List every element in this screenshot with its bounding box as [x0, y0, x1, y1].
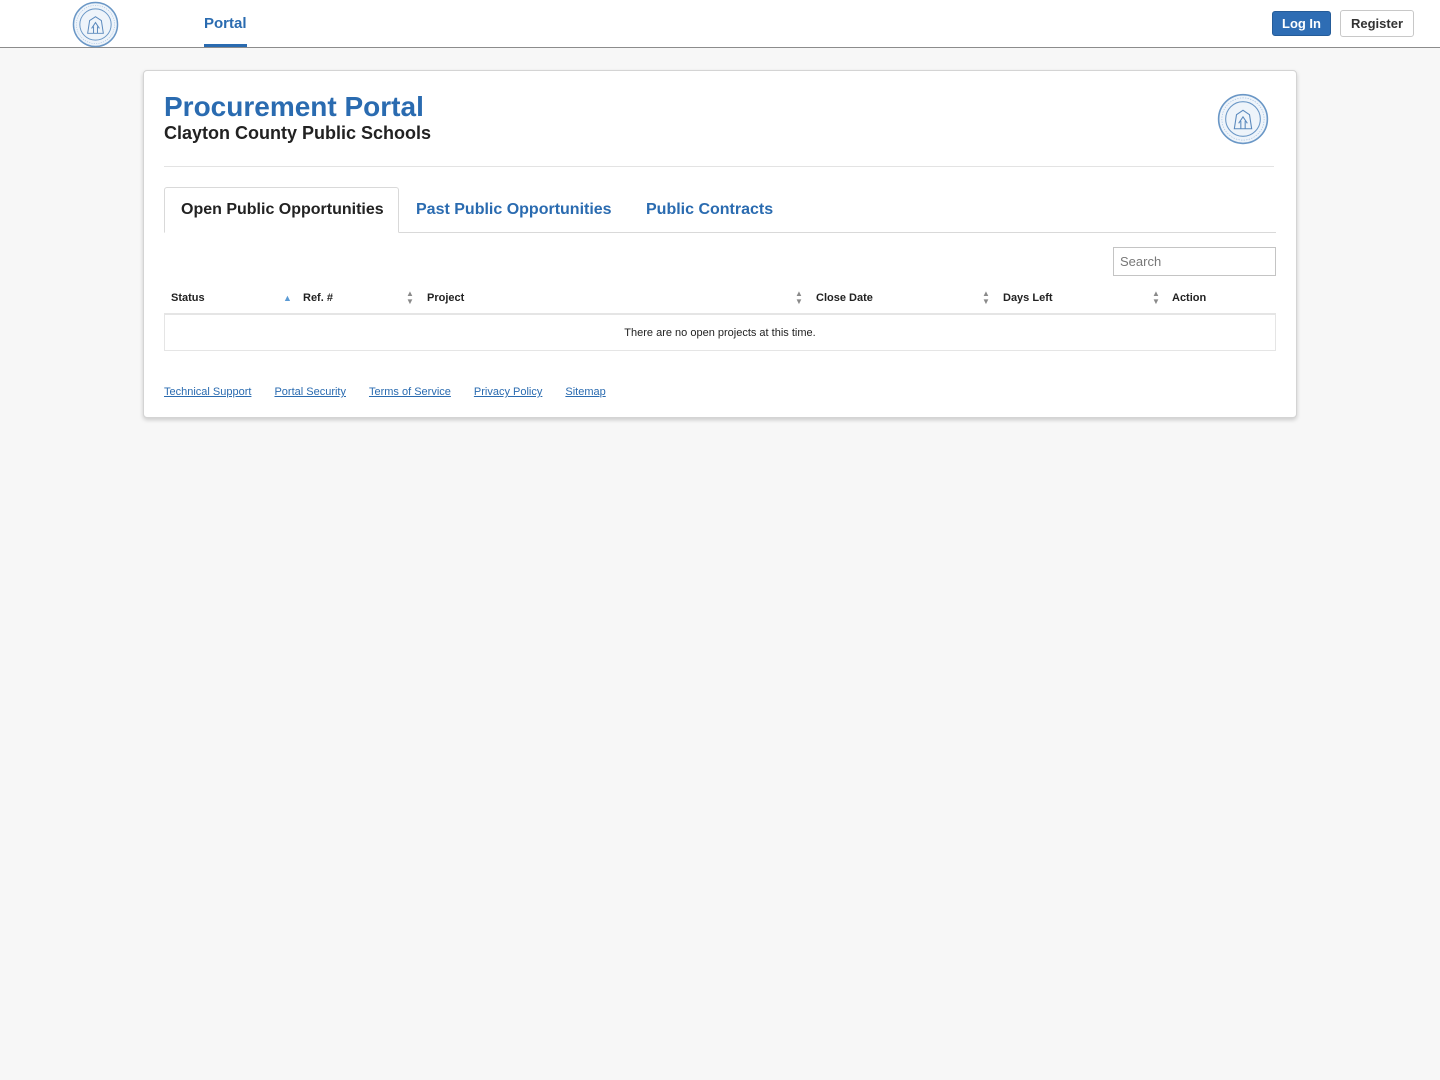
- sort-icon[interactable]: ▲ ▼: [1152, 283, 1160, 313]
- empty-table-message: There are no open projects at this time.: [164, 314, 1276, 351]
- column-header-project[interactable]: Project: [427, 283, 464, 313]
- tab-open-public-opportunities[interactable]: Open Public Opportunities: [164, 187, 399, 233]
- column-header-ref[interactable]: Ref. #: [303, 283, 333, 313]
- opportunity-tabs: Open Public Opportunities Past Public Op…: [164, 187, 1276, 233]
- district-seal-icon[interactable]: [72, 1, 119, 48]
- nav-portal-link[interactable]: Portal: [204, 0, 247, 47]
- login-button[interactable]: Log In: [1272, 11, 1331, 36]
- footer-link-terms-of-service[interactable]: Terms of Service: [369, 386, 451, 398]
- sort-icon[interactable]: ▲ ▼: [795, 283, 803, 313]
- column-header-days-left[interactable]: Days Left: [1003, 283, 1053, 313]
- sort-icon[interactable]: ▲ ▼: [982, 283, 990, 313]
- footer-link-portal-security[interactable]: Portal Security: [274, 386, 346, 398]
- footer-link-privacy-policy[interactable]: Privacy Policy: [474, 386, 542, 398]
- district-seal-icon: [1217, 93, 1269, 145]
- organization-name: Clayton County Public Schools: [164, 123, 432, 143]
- footer-link-technical-support[interactable]: Technical Support: [164, 386, 251, 398]
- tab-public-contracts[interactable]: Public Contracts: [646, 187, 773, 232]
- search-input[interactable]: [1113, 247, 1276, 276]
- table-header: Status ▲ Ref. # ▲ ▼ Project ▲ ▼ Close Date…: [164, 283, 1276, 315]
- register-button[interactable]: Register: [1340, 10, 1414, 37]
- column-header-status[interactable]: Status: [171, 283, 205, 313]
- tab-past-public-opportunities[interactable]: Past Public Opportunities: [416, 187, 612, 232]
- footer-links: Technical Support Portal Security Terms …: [164, 386, 629, 398]
- portal-card: Procurement Portal Clayton County Public…: [143, 70, 1297, 418]
- footer-link-sitemap[interactable]: Sitemap: [565, 386, 605, 398]
- sort-ascending-icon[interactable]: ▲: [283, 283, 292, 313]
- sort-icon[interactable]: ▲ ▼: [406, 283, 414, 313]
- column-header-action: Action: [1172, 292, 1207, 304]
- top-navbar: Portal Log In Register: [0, 0, 1440, 48]
- page-title: Procurement Portal: [164, 91, 424, 122]
- column-header-close-date[interactable]: Close Date: [816, 283, 873, 313]
- header-divider: [164, 166, 1274, 167]
